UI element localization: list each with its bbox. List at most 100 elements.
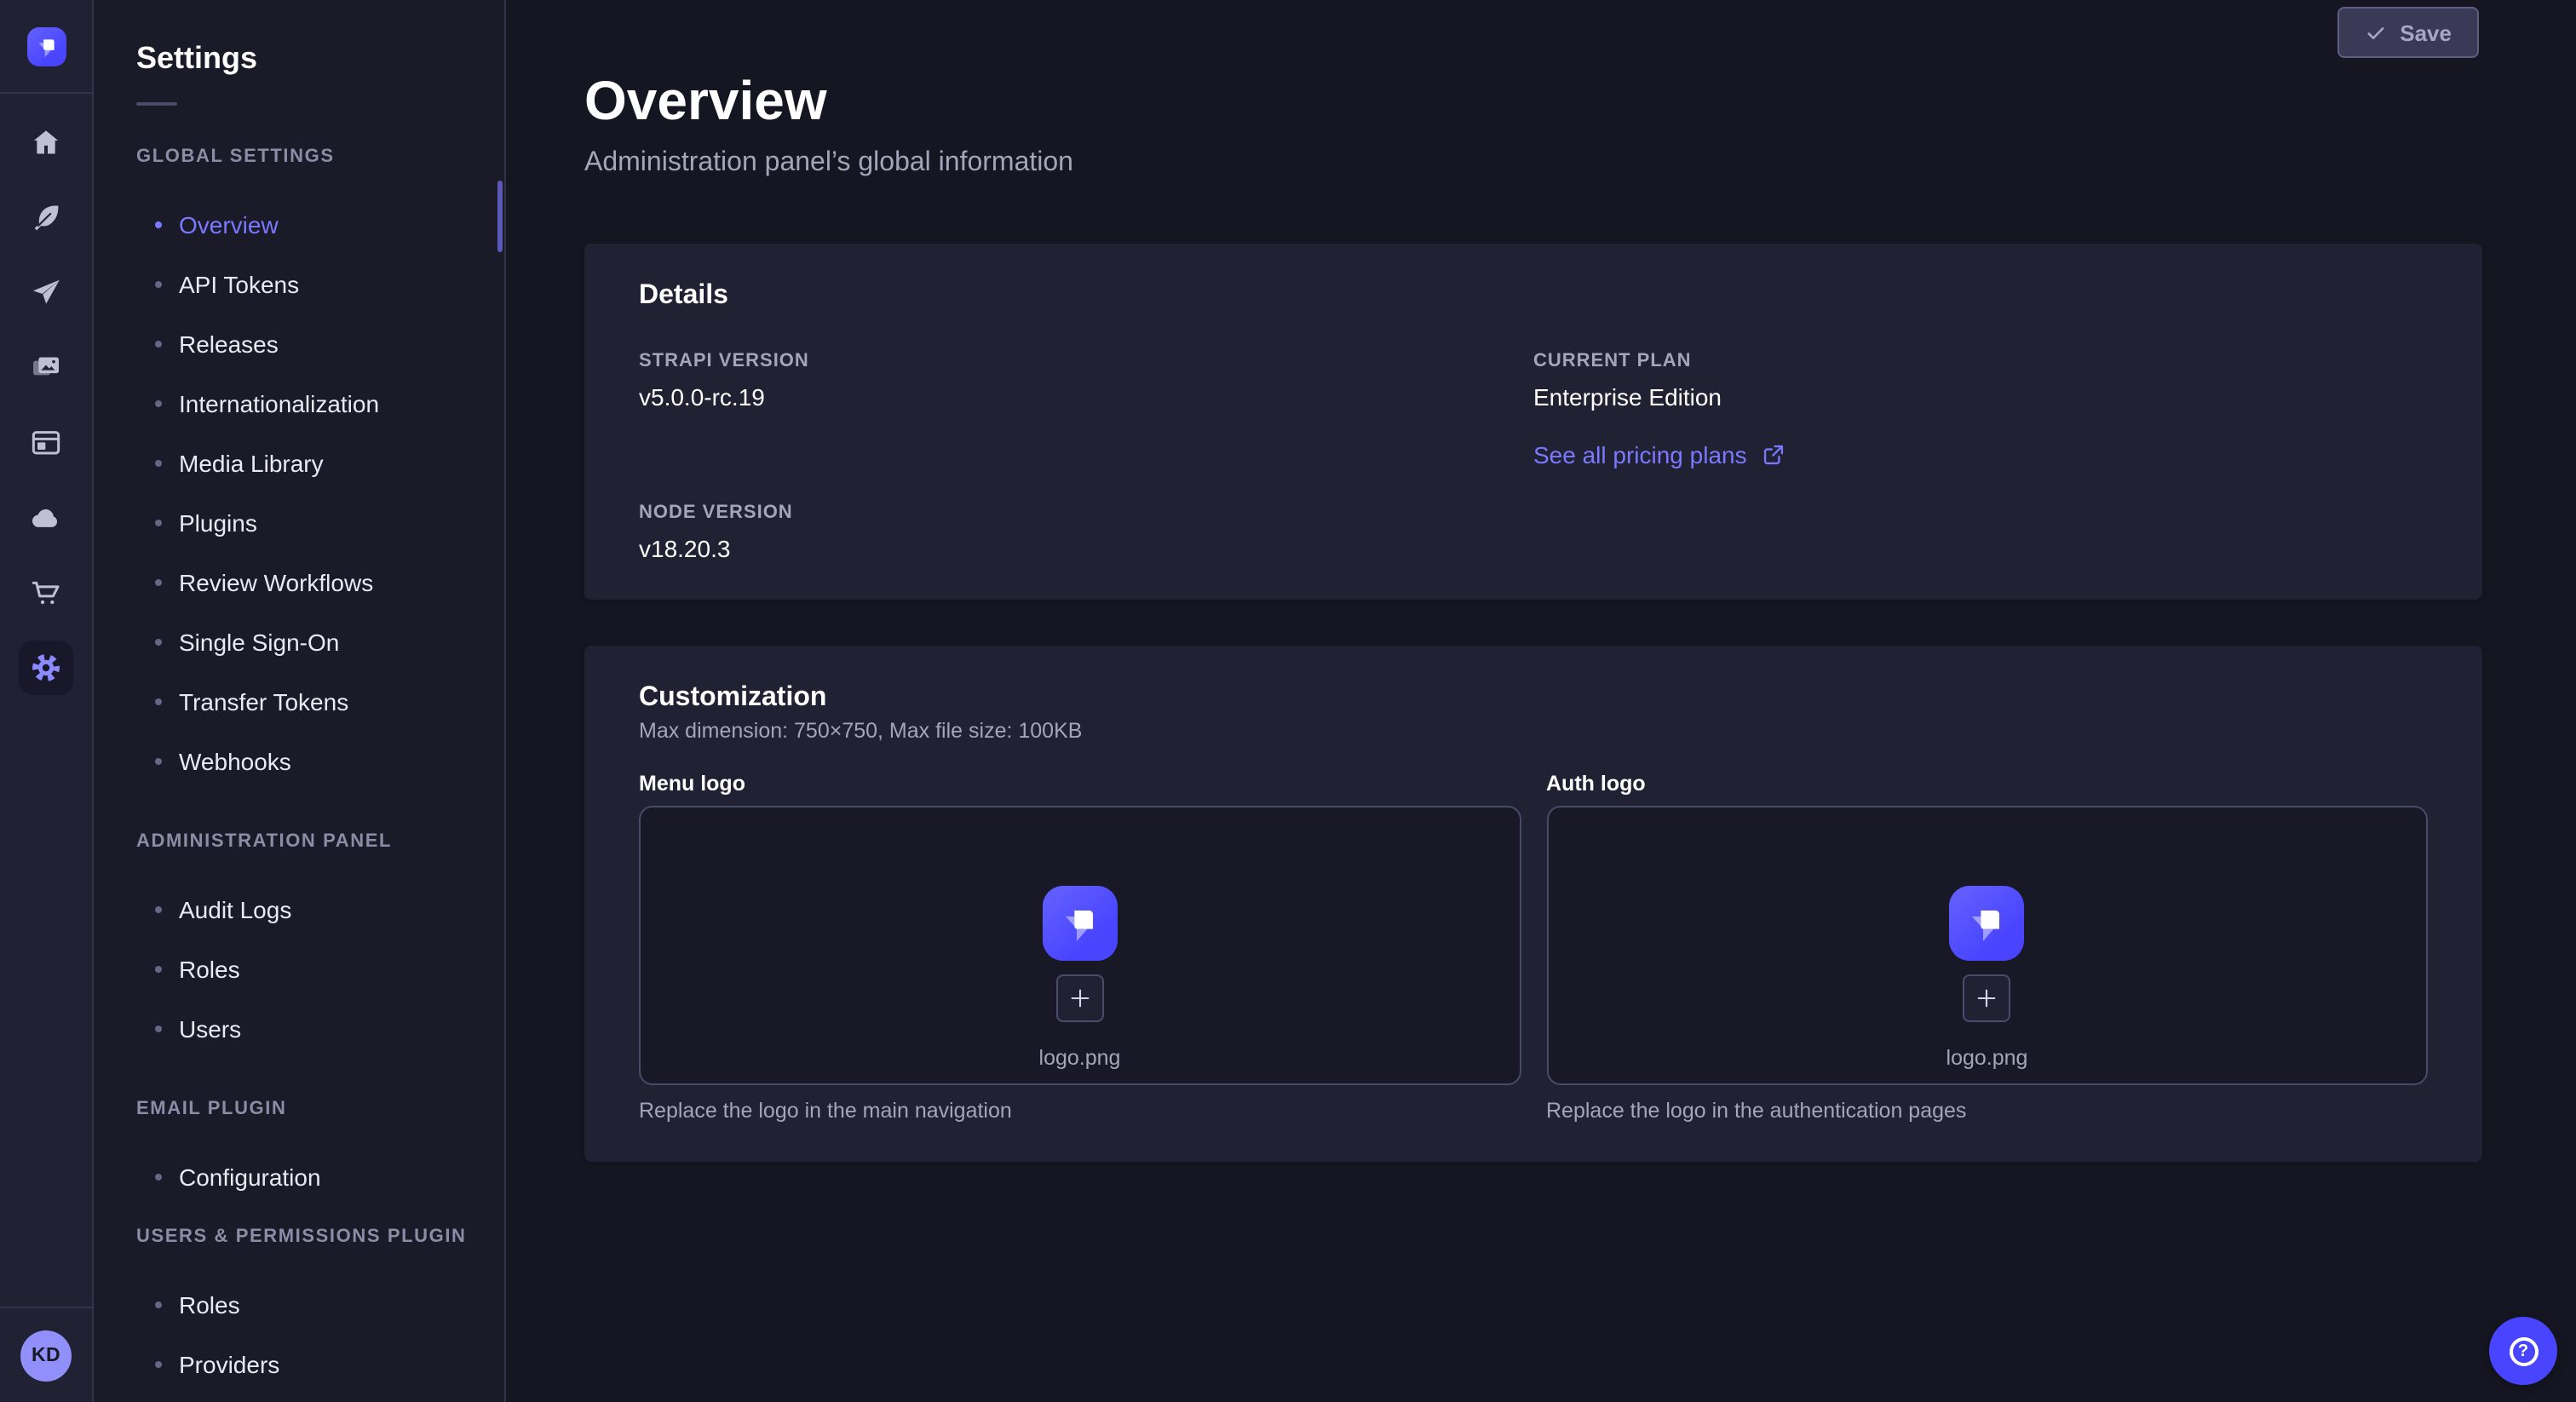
plus-icon (1975, 986, 1999, 1010)
subnav-item-admin-roles[interactable]: Roles (94, 939, 504, 998)
strapi-version-value: v5.0.0-rc.19 (639, 382, 1533, 412)
add-logo-button[interactable] (1056, 974, 1104, 1022)
subnav-item-email-configuration[interactable]: Configuration (94, 1146, 504, 1206)
strapi-logo[interactable] (26, 27, 66, 66)
menu-logo-upload: Menu logo logo.png Replace the logo in t… (639, 772, 1521, 1123)
check-icon (2364, 21, 2386, 43)
bullet-icon (155, 519, 162, 526)
node-version-value: v18.20.3 (639, 533, 1533, 564)
auth-logo-label: Auth logo (1546, 772, 2428, 797)
subnav-item-releases[interactable]: Releases (94, 313, 504, 373)
details-grid: STRAPI VERSION v5.0.0-rc.19 NODE VERSION… (639, 349, 2428, 564)
page-subtitle: Administration panel’s global informatio… (584, 148, 2482, 179)
subnav-item-up-roles[interactable]: Roles (94, 1274, 504, 1334)
section-label-email-plugin: EMAIL PLUGIN (94, 1099, 504, 1126)
add-logo-button[interactable] (1964, 974, 2011, 1022)
menu-logo-caption: Replace the logo in the main navigation (639, 1099, 1521, 1123)
layout-icon[interactable] (19, 416, 73, 470)
subnav-item-label: Review Workflows (179, 568, 373, 595)
subnav-item-api-tokens[interactable]: API Tokens (94, 254, 504, 313)
customization-card-subtitle: Max dimension: 750×750, Max file size: 1… (639, 719, 2428, 743)
bullet-icon (155, 1301, 162, 1307)
section-label-users-permissions-plugin: USERS & PERMISSIONS PLUGIN (94, 1227, 504, 1254)
paper-plane-icon[interactable] (19, 266, 73, 320)
nav-divider (0, 92, 93, 94)
bullet-icon (155, 638, 162, 645)
subnav-item-admin-users[interactable]: Users (94, 998, 504, 1058)
customization-card: Customization Max dimension: 750×750, Ma… (584, 646, 2482, 1162)
bullet-icon (155, 399, 162, 406)
subnav-item-overview[interactable]: Overview (94, 194, 504, 254)
subnav-item-label: Single Sign-On (179, 628, 339, 655)
subnav-item-plugins[interactable]: Plugins (94, 492, 504, 552)
details-right-column: CURRENT PLAN Enterprise Edition See all … (1533, 349, 2428, 564)
strapi-version-field: STRAPI VERSION v5.0.0-rc.19 (639, 349, 1533, 412)
section-label-administration-panel: ADMINISTRATION PANEL (94, 831, 504, 859)
cloud-icon[interactable] (19, 491, 73, 545)
user-avatar[interactable]: KD (20, 1330, 72, 1381)
bullet-icon (155, 280, 162, 287)
home-icon[interactable] (19, 116, 73, 170)
current-plan-label: CURRENT PLAN (1533, 349, 2428, 373)
nav-footer: KD (0, 1307, 92, 1402)
subnav-item-label: Transfer Tokens (179, 687, 348, 715)
bullet-icon (155, 578, 162, 585)
strapi-logo-preview (1950, 886, 2025, 961)
subnav-item-media-library[interactable]: Media Library (94, 433, 504, 492)
title-underline (136, 102, 177, 106)
menu-logo-filename: logo.png (1039, 1046, 1121, 1070)
strapi-logo-preview (1043, 886, 1118, 961)
bullet-icon (155, 1025, 162, 1031)
subnav-item-transfer-tokens[interactable]: Transfer Tokens (94, 671, 504, 731)
subnav-item-label: Roles (179, 955, 240, 982)
section-label-global-settings: GLOBAL SETTINGS (94, 147, 504, 174)
node-version-label: NODE VERSION (639, 501, 1533, 525)
page-header: Overview Administration panel’s global i… (584, 0, 2482, 179)
media-library-icon[interactable] (19, 341, 73, 395)
subnav-item-label: Audit Logs (179, 895, 291, 922)
details-card-title: Details (639, 281, 2428, 312)
external-link-icon (1762, 443, 1786, 467)
bullet-icon (155, 965, 162, 972)
main-content: Overview Administration panel’s global i… (506, 0, 2576, 1402)
menu-logo-dropzone[interactable]: logo.png (639, 806, 1521, 1085)
settings-gear-icon[interactable] (19, 641, 73, 695)
question-mark-icon: ? (2509, 1336, 2538, 1365)
bullet-icon (155, 1173, 162, 1180)
bullet-icon (155, 905, 162, 912)
feather-icon[interactable] (19, 191, 73, 245)
save-button[interactable]: Save (2337, 7, 2479, 58)
subnav-item-label: Overview (179, 210, 279, 238)
strapi-admin-window: KD Settings GLOBAL SETTINGS Overview API… (0, 0, 2576, 1402)
subnav-item-review-workflows[interactable]: Review Workflows (94, 552, 504, 612)
marketplace-cart-icon[interactable] (19, 566, 73, 620)
subnav-item-label: Providers (179, 1350, 279, 1377)
details-card: Details STRAPI VERSION v5.0.0-rc.19 NODE… (584, 244, 2482, 600)
bullet-icon (155, 221, 162, 227)
auth-logo-caption: Replace the logo in the authentication p… (1546, 1099, 2428, 1123)
bullet-icon (155, 757, 162, 764)
subnav-item-label: Roles (179, 1290, 240, 1318)
auth-logo-dropzone[interactable]: logo.png (1546, 806, 2428, 1085)
subnav-item-internationalization[interactable]: Internationalization (94, 373, 504, 433)
strapi-version-label: STRAPI VERSION (639, 349, 1533, 373)
subnav-item-label: Webhooks (179, 747, 291, 774)
pricing-plans-link[interactable]: See all pricing plans (1533, 441, 1786, 468)
subnav-item-label: Configuration (179, 1163, 321, 1190)
main-nav-rail: KD (0, 0, 94, 1402)
auth-logo-filename: logo.png (1946, 1046, 2028, 1070)
pricing-plans-link-label: See all pricing plans (1533, 441, 1747, 468)
subnav-scrollbar-thumb[interactable] (497, 181, 503, 252)
subnav-item-single-sign-on[interactable]: Single Sign-On (94, 612, 504, 671)
current-plan-value: Enterprise Edition (1533, 382, 2428, 412)
help-button[interactable]: ? (2489, 1317, 2557, 1385)
subnav-item-up-providers[interactable]: Providers (94, 1334, 504, 1393)
subnav-item-audit-logs[interactable]: Audit Logs (94, 879, 504, 939)
subnav-item-webhooks[interactable]: Webhooks (94, 731, 504, 790)
subnav-item-label: Media Library (179, 449, 324, 476)
subnav-item-label: Users (179, 1014, 241, 1042)
bullet-icon (155, 698, 162, 704)
details-left-column: STRAPI VERSION v5.0.0-rc.19 NODE VERSION… (639, 349, 1533, 564)
save-button-label: Save (2400, 20, 2452, 45)
subnav-item-label: API Tokens (179, 270, 299, 297)
